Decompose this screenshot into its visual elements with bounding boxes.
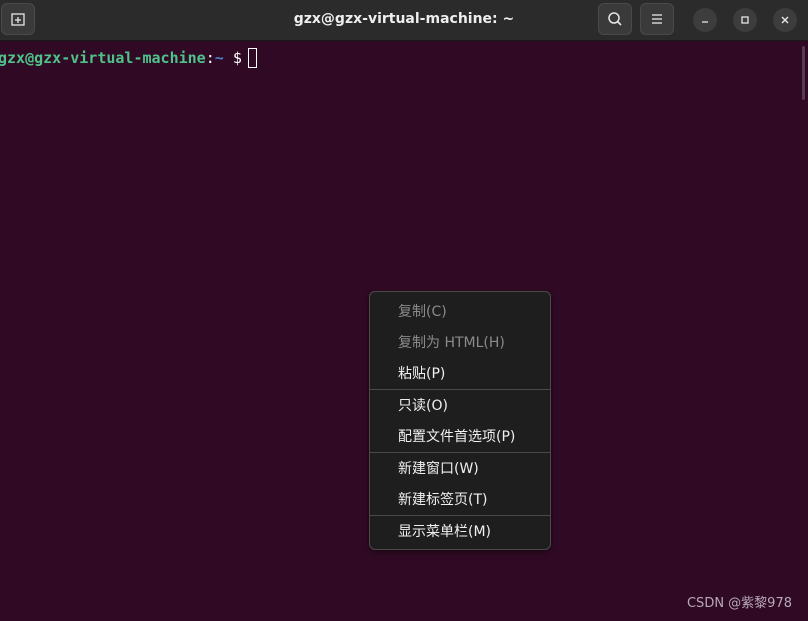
terminal-cursor	[247, 48, 257, 68]
prompt-separator: :	[205, 49, 215, 67]
prompt-path: ~	[214, 49, 224, 67]
scrollbar[interactable]	[802, 46, 805, 100]
minimize-icon	[702, 21, 708, 23]
maximize-button[interactable]	[733, 8, 757, 32]
minimize-button[interactable]	[693, 8, 717, 32]
menu-separator	[370, 389, 550, 390]
menu-separator	[370, 452, 550, 453]
menu-button[interactable]	[640, 3, 674, 35]
title-bar: gzx@gzx-virtual-machine: ~	[0, 0, 808, 41]
context-menu: 复制(C) 复制为 HTML(H) 粘贴(P) 只读(O) 配置文件首选项(P)…	[369, 291, 551, 550]
hamburger-menu-icon	[652, 14, 662, 24]
prompt-user-host: gzx@gzx-virtual-machine	[0, 49, 206, 67]
menu-item-profile-preferences[interactable]: 配置文件首选项(P)	[398, 423, 515, 451]
maximize-icon	[741, 16, 749, 24]
window-title: gzx@gzx-virtual-machine: ~	[293, 11, 515, 27]
menu-item-paste[interactable]: 粘贴(P)	[398, 360, 445, 388]
menu-item-new-window[interactable]: 新建窗口(W)	[398, 455, 479, 483]
menu-item-read-only[interactable]: 只读(O)	[398, 392, 448, 420]
close-icon	[781, 16, 789, 24]
watermark: CSDN @紫黎978	[686, 596, 792, 611]
menu-item-new-tab[interactable]: 新建标签页(T)	[398, 486, 487, 514]
search-button[interactable]	[598, 3, 632, 35]
menu-item-show-menubar[interactable]: 显示菜单栏(M)	[398, 518, 491, 546]
close-button[interactable]	[773, 8, 797, 32]
menu-item-copy[interactable]: 复制(C)	[398, 298, 447, 326]
terminal-prompt[interactable]: gzx@gzx-virtual-machine: ~ $	[0, 47, 257, 69]
search-icon	[608, 12, 622, 26]
prompt-symbol: $	[232, 49, 242, 67]
menu-separator	[370, 515, 550, 516]
menu-item-copy-html[interactable]: 复制为 HTML(H)	[398, 329, 505, 357]
